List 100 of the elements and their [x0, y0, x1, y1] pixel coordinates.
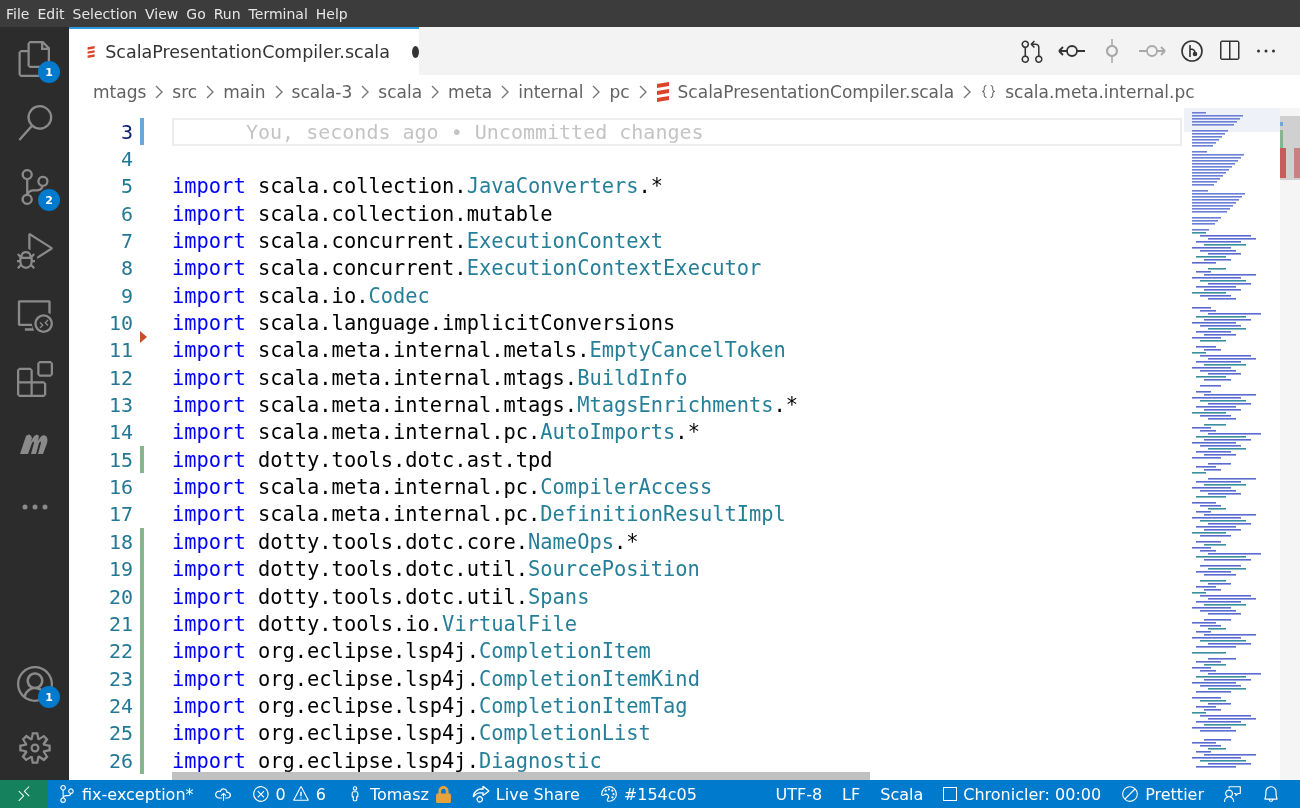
line-number: 6	[119, 201, 133, 226]
warning-icon	[291, 785, 310, 803]
breadcrumb-item[interactable]: meta	[448, 81, 493, 102]
menu-item[interactable]: Go	[182, 5, 210, 22]
chevron-icon	[963, 84, 972, 99]
line-number: 9	[119, 283, 133, 308]
breadcrumb-item[interactable]: main	[223, 81, 266, 102]
menu-item[interactable]: View	[141, 5, 183, 22]
error-count: 0	[275, 784, 286, 804]
extensions-icon	[16, 361, 53, 397]
line-number: 25	[107, 721, 133, 746]
line-number: 19	[107, 557, 133, 582]
code-line: import scala.collection.JavaConverters.*	[172, 174, 664, 199]
breadcrumb-item[interactable]: scala-3	[291, 81, 353, 102]
user-status[interactable]: Tomasz	[369, 784, 429, 804]
activity-bar-button[interactable]: 2	[0, 155, 69, 219]
line-number: 18	[107, 529, 133, 554]
run-debug-icon	[16, 233, 53, 269]
code-line: import dotty.tools.io.VirtualFile	[172, 611, 578, 636]
menu-item[interactable]: Selection	[68, 5, 142, 22]
warning-count: 6	[315, 784, 326, 804]
menu-item[interactable]: Edit	[33, 5, 69, 22]
prettier-status[interactable]: Prettier	[1145, 784, 1204, 804]
chevron-icon	[361, 84, 370, 99]
cloud-upload-icon	[213, 785, 232, 803]
line-number: 8	[119, 256, 133, 281]
branch-status[interactable]: fix-exception*	[82, 784, 194, 804]
chronicler-status[interactable]: Chronicler: 00:00	[963, 784, 1102, 804]
breadcrumb-item[interactable]: internal	[518, 81, 584, 102]
chevron-icon	[501, 84, 510, 99]
editor-tab[interactable]: ScalaPresentationCompiler.scala	[69, 27, 419, 75]
line-number: 26	[107, 748, 133, 773]
line-number: 13	[107, 393, 133, 418]
search-icon	[16, 105, 53, 141]
breadcrumb-item[interactable]: pc	[609, 81, 630, 102]
line-number: 24	[107, 693, 133, 718]
branch-icon	[58, 785, 76, 803]
code-line: import org.eclipse.lsp4j.Diagnostic	[172, 748, 602, 773]
line-number: 16	[107, 475, 133, 500]
line-number: 14	[107, 420, 133, 445]
color-status[interactable]: #154c05	[623, 784, 697, 804]
line-number: 21	[107, 611, 133, 636]
chevron-icon	[155, 84, 164, 99]
notification-badge: 1	[38, 61, 60, 83]
line-number: 11	[107, 338, 133, 363]
breadcrumb-item[interactable]: scala.meta.internal.pc	[980, 81, 1195, 102]
activity-bar-button[interactable]: 1	[0, 27, 69, 91]
blame-annotation: You, seconds ago • Uncommitted changes	[245, 119, 704, 144]
line-number: 15	[107, 447, 133, 472]
breadcrumb-item[interactable]: scala	[378, 81, 423, 102]
feedback-icon	[1224, 785, 1242, 803]
compare-changes-icon[interactable]	[1020, 39, 1044, 63]
menu-item[interactable]: Terminal	[244, 5, 312, 22]
line-number: 3	[119, 119, 133, 144]
code-line: import scala.concurrent.ExecutionContext	[172, 229, 664, 254]
error-icon	[251, 785, 270, 803]
menu-item[interactable]: File	[2, 5, 34, 22]
code-line: import scala.concurrent.ExecutionContextExecutor	[172, 256, 762, 281]
menu-item[interactable]: Run	[209, 5, 245, 22]
live-share-icon	[471, 785, 490, 803]
notification-badge: 1	[38, 686, 60, 708]
remote-button[interactable]	[0, 780, 48, 808]
split-editor-icon[interactable]	[1217, 39, 1241, 63]
code-line: import scala.meta.internal.pc.AutoImports.*	[172, 420, 700, 445]
code-line: import scala.language.implicitConversions	[172, 311, 676, 336]
chevron-icon	[638, 84, 647, 99]
code-line: import scala.meta.internal.metals.EmptyCancelToken	[172, 338, 786, 363]
breadcrumb-item[interactable]: ScalaPresentationCompiler.scala	[655, 81, 955, 102]
status-item[interactable]: LF	[842, 784, 861, 804]
code-line: import dotty.tools.dotc.util.SourcePosition	[172, 557, 700, 582]
code-line: import org.eclipse.lsp4j.CompletionList	[172, 721, 651, 746]
code-line: import dotty.tools.dotc.util.Spans	[172, 584, 590, 609]
code-line: import scala.meta.internal.mtags.BuildInfo	[172, 365, 688, 390]
remote-explorer-icon	[16, 297, 53, 333]
code-line: import scala.meta.internal.pc.CompilerAccess	[172, 475, 713, 500]
code-line: import org.eclipse.lsp4j.CompletionItem	[172, 639, 651, 664]
square-icon	[943, 787, 958, 801]
code-line: import scala.collection.mutable	[172, 201, 553, 226]
menu-item[interactable]: Help	[311, 5, 352, 22]
line-number: 20	[107, 584, 133, 609]
status-item[interactable]: Scala	[880, 784, 924, 804]
line-number: 22	[107, 639, 133, 664]
tab-title: ScalaPresentationCompiler.scala	[105, 42, 390, 62]
breadcrumb-item[interactable]: mtags	[93, 81, 147, 102]
problems-status[interactable]: 0 6	[241, 784, 336, 804]
line-number: 5	[119, 174, 133, 199]
live-share-status[interactable]: Live Share	[495, 784, 580, 804]
status-item[interactable]: UTF-8	[775, 784, 823, 804]
lock-icon	[434, 785, 452, 803]
more-icon	[21, 504, 48, 510]
breadcrumb-item[interactable]: src	[172, 81, 198, 102]
line-number: 17	[107, 502, 133, 527]
horizontal-scrollbar[interactable]	[172, 772, 870, 780]
prohibited-icon	[1121, 785, 1140, 803]
line-number: 4	[119, 147, 133, 171]
activity-bar-button[interactable]: 1	[0, 652, 69, 716]
code-line: import dotty.tools.dotc.ast.tpd	[172, 447, 553, 472]
paint-bucket-icon	[599, 785, 618, 803]
code-line: import scala.meta.internal.pc.DefinitionResultImpl	[172, 502, 786, 527]
git-lens-icon[interactable]	[1180, 39, 1204, 63]
